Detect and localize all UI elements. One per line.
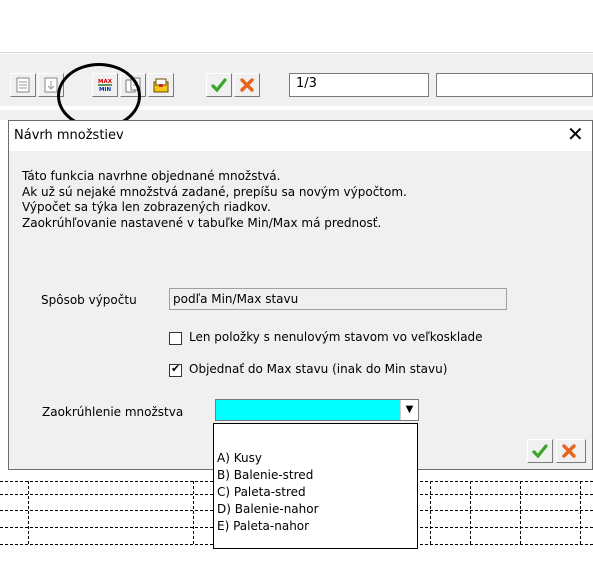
confirm-check-icon <box>211 78 227 93</box>
open-record-button[interactable] <box>10 73 36 97</box>
open-record-icon <box>16 77 30 93</box>
rounding-select[interactable]: ▼ <box>215 399 419 421</box>
cancel-x-icon <box>562 444 576 458</box>
dialog-cancel-button[interactable] <box>556 439 586 463</box>
nonzero-stock-checkbox[interactable] <box>169 332 182 345</box>
dialog-ok-button[interactable] <box>527 439 553 463</box>
rounding-label: Zaokrúhlenie množstva <box>42 405 184 419</box>
toolbar-text-field[interactable] <box>436 73 593 97</box>
description-line: Zaokrúhľovanie nastavené v tabuľke Min/M… <box>22 215 382 230</box>
chevron-down-icon[interactable]: ▼ <box>400 400 418 420</box>
app-top-area <box>0 0 593 53</box>
rounding-option[interactable]: D) Balenie-nahor <box>217 502 319 516</box>
order-to-max-checkbox[interactable]: ✔ <box>169 362 182 377</box>
method-field: podľa Min/Max stavu <box>169 288 507 310</box>
quantity-proposal-dialog: Návrh množstiev ✕ Táto funkcia navrhne o… <box>8 120 593 470</box>
description-line: Táto funkcia navrhne objednané množstvá. <box>22 169 281 183</box>
yellow-folder-icon <box>153 78 169 93</box>
description-line: Ak už sú nejaké množstvá zadané, prepíšu… <box>22 184 407 199</box>
dialog-title: Návrh množstiev <box>14 128 124 143</box>
cancel-x-icon <box>240 78 254 92</box>
record-counter: 1/3 <box>289 73 429 97</box>
rounding-option[interactable]: C) Paleta-stred <box>217 485 306 499</box>
method-label: Spôsob výpočtu <box>41 293 137 307</box>
confirm-check-icon <box>532 444 548 459</box>
confirm-button[interactable] <box>206 73 232 97</box>
rounding-option[interactable]: B) Balenie-stred <box>217 468 313 482</box>
rounding-option[interactable]: E) Paleta-nahor <box>217 519 309 533</box>
folder-button[interactable] <box>148 73 174 97</box>
rounding-dropdown-list: A) Kusy B) Balenie-stred C) Paleta-stred… <box>213 423 418 549</box>
cancel-button[interactable] <box>234 73 260 97</box>
close-icon[interactable]: ✕ <box>567 124 584 144</box>
description-line: Výpočet sa týka len zobrazených riadkov. <box>22 200 271 214</box>
nonzero-stock-label[interactable]: Len položky s nenulovým stavom vo veľkos… <box>189 330 483 344</box>
check-mark-icon: ✔ <box>171 362 181 375</box>
dialog-description: Táto funkcia navrhne objednané množstvá.… <box>22 169 407 231</box>
order-to-max-label[interactable]: Objednať do Max stavu (inak do Min stavu… <box>189 362 447 376</box>
rounding-option[interactable]: A) Kusy <box>217 451 262 465</box>
dialog-title-bar: Návrh množstiev ✕ <box>9 121 592 151</box>
